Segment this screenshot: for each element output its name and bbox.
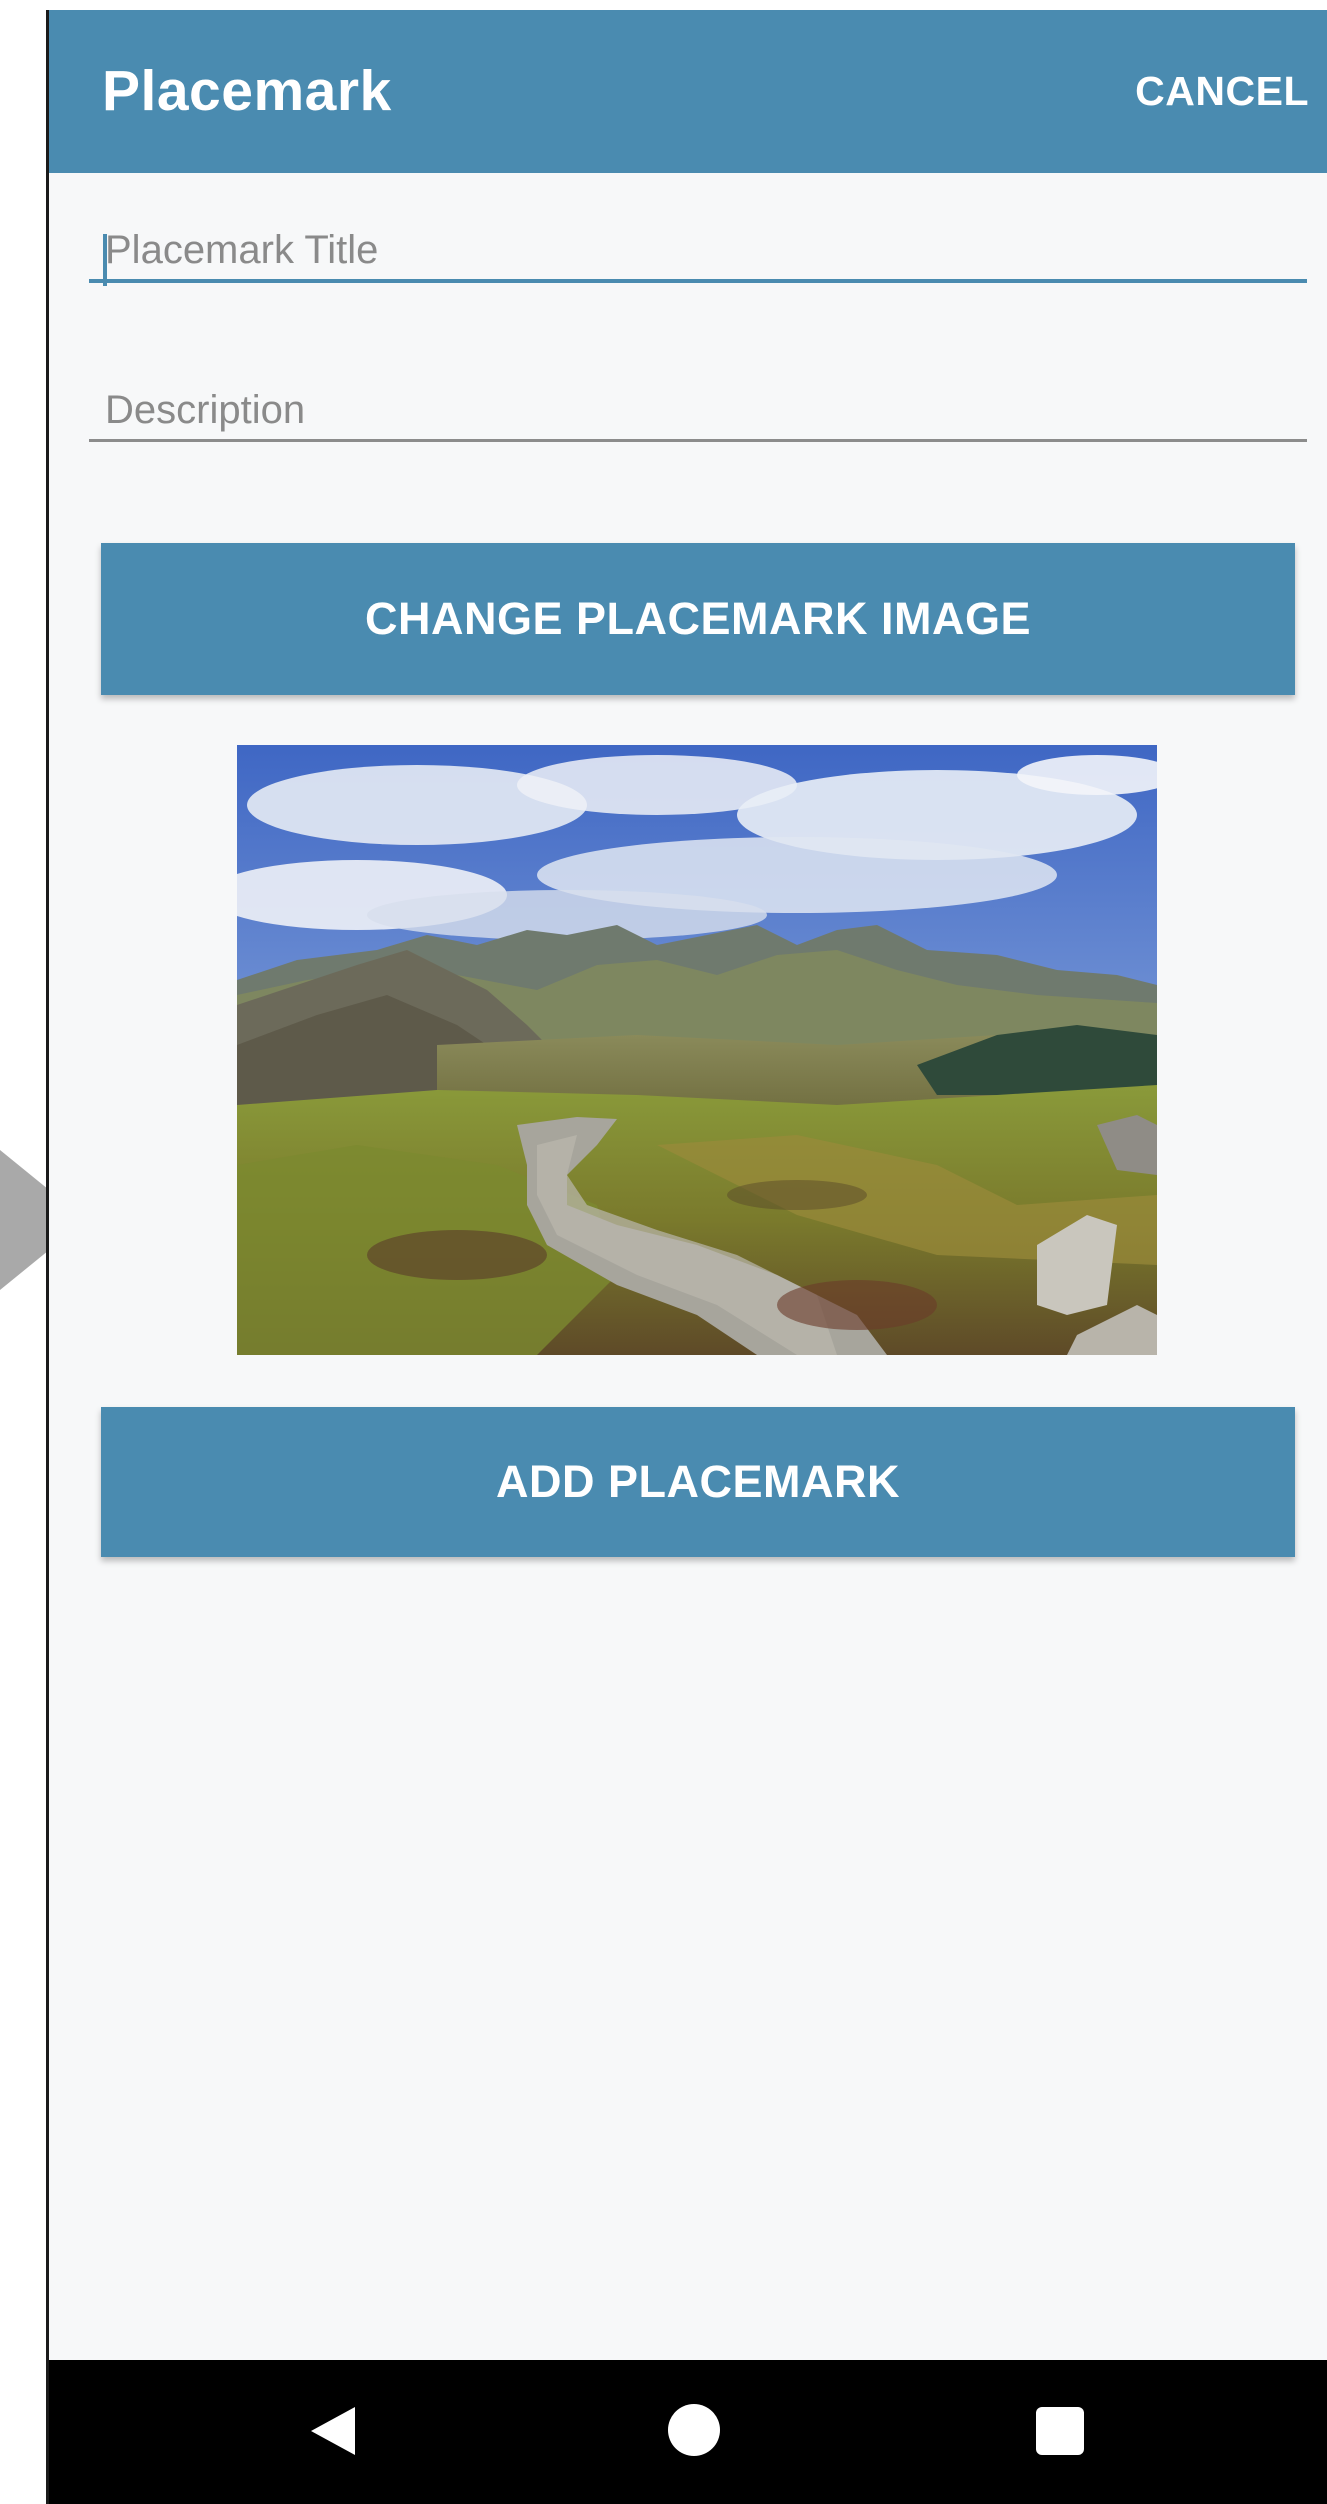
cancel-button[interactable]: CANCEL (1135, 68, 1309, 115)
placemark-image (237, 745, 1157, 1355)
change-image-button[interactable]: CHANGE PLACEMARK IMAGE (101, 543, 1295, 695)
home-icon[interactable] (668, 2404, 720, 2456)
text-cursor (103, 234, 107, 286)
phone-screen: Placemark CANCEL CHANGE PLACEMARK IMAGE (46, 10, 1327, 2504)
description-input[interactable] (89, 388, 1307, 439)
add-placemark-button[interactable]: ADD PLACEMARK (101, 1407, 1295, 1557)
back-icon[interactable] (311, 2407, 355, 2455)
screen: Placemark CANCEL CHANGE PLACEMARK IMAGE (0, 0, 1327, 2504)
recents-icon[interactable] (1036, 2407, 1084, 2455)
app-bar-title: Placemark (102, 59, 392, 123)
description-field[interactable] (89, 388, 1307, 442)
system-navigation-bar (49, 2360, 1327, 2504)
landscape-image (237, 745, 1157, 1355)
app-bar: Placemark CANCEL (49, 10, 1327, 173)
title-field[interactable] (89, 228, 1307, 286)
placemark-title-input[interactable] (89, 228, 1307, 279)
